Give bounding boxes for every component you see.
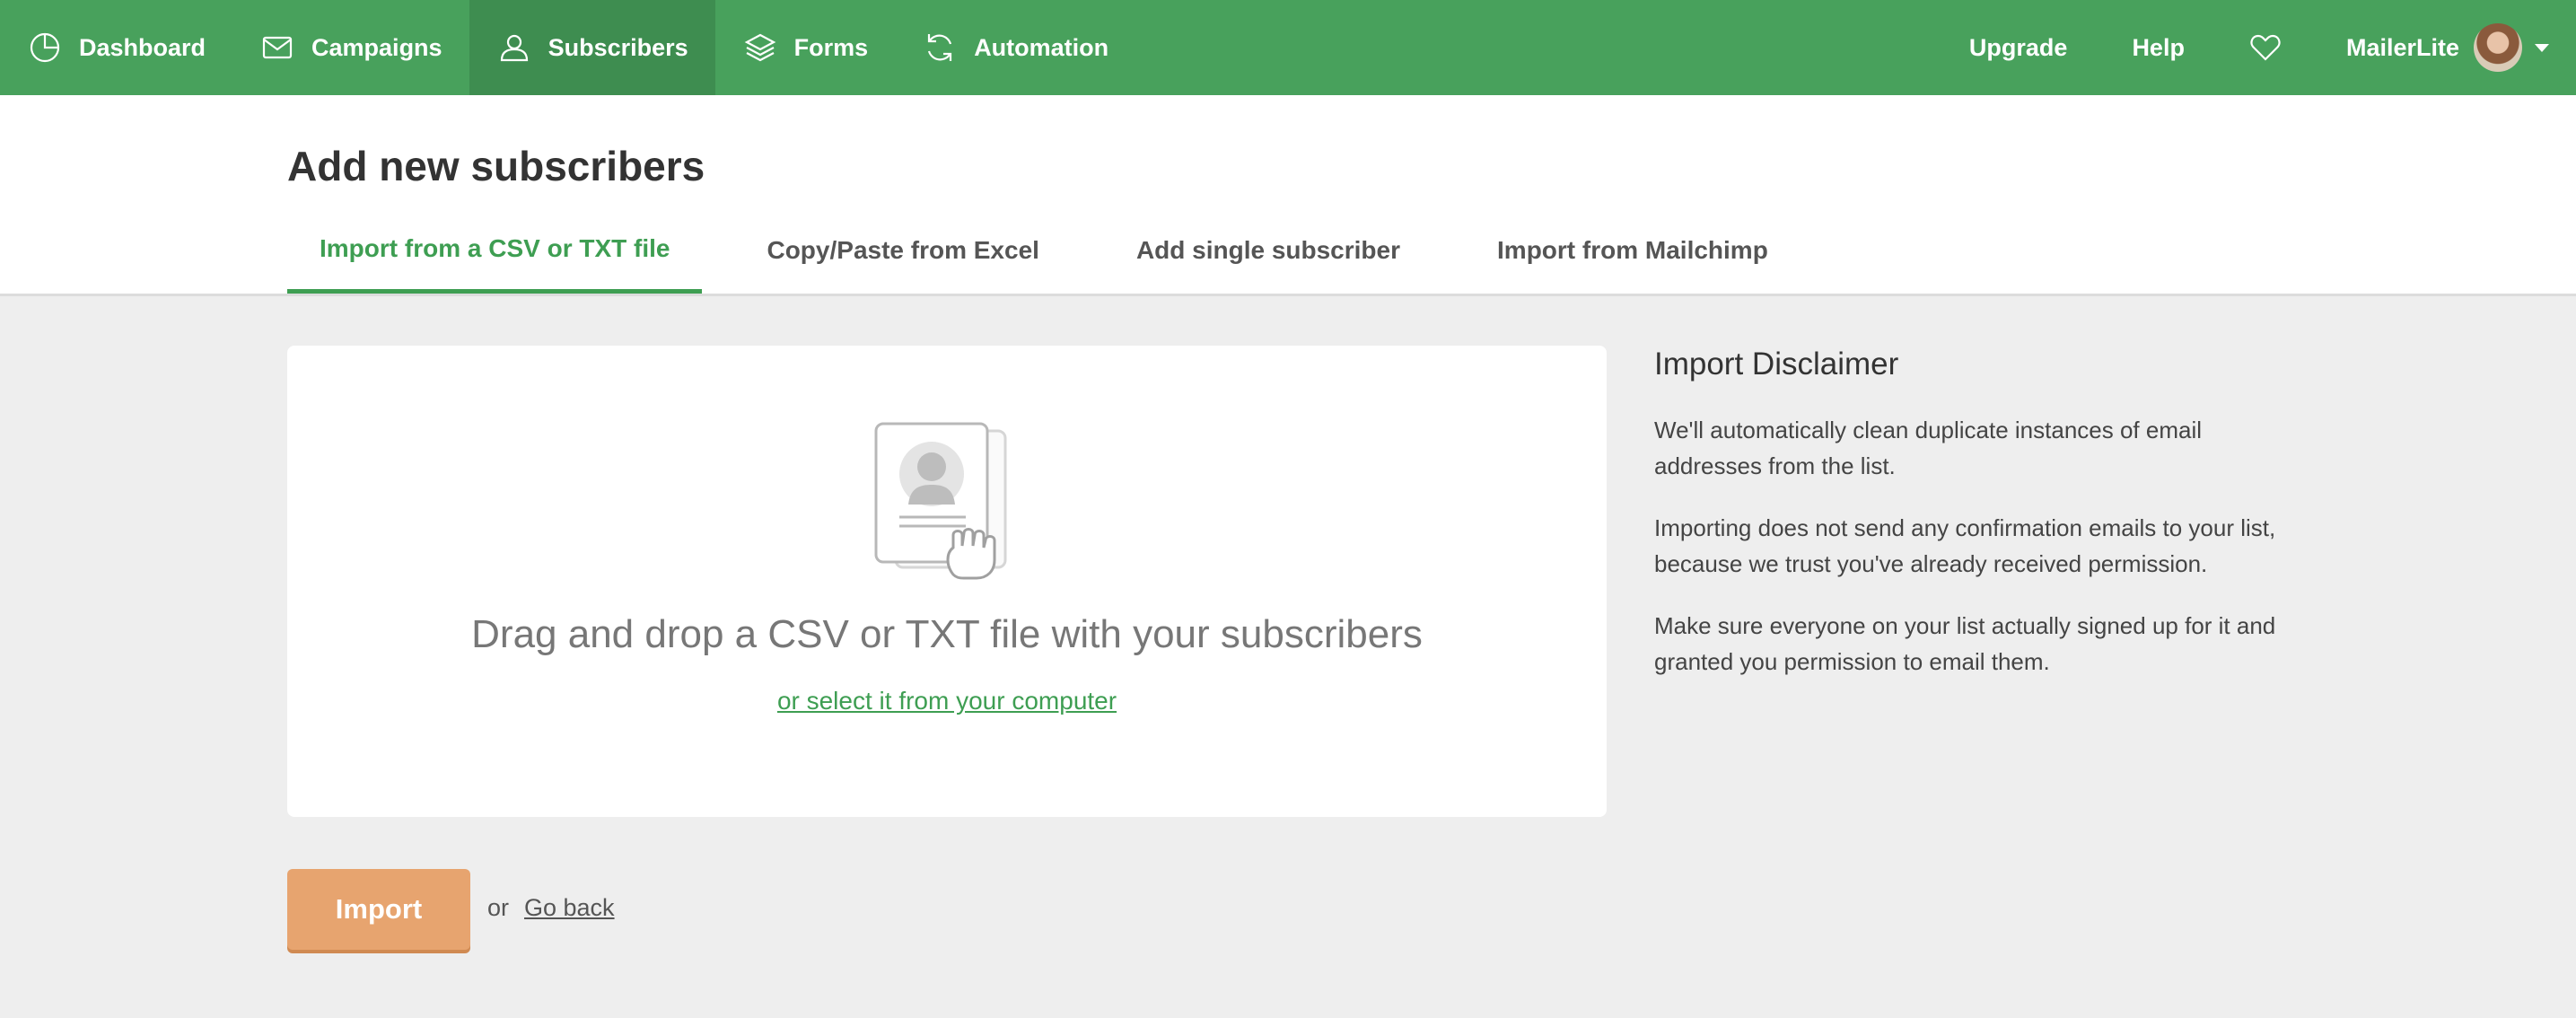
dropzone-instructions: Drag and drop a CSV or TXT file with you… — [471, 612, 1423, 656]
top-navigation: Dashboard Campaigns Subscribers Forms Au… — [0, 0, 2576, 95]
help-link[interactable]: Help — [2099, 0, 2217, 95]
refresh-icon — [928, 34, 952, 61]
disclaimer-paragraph: We'll automatically clean duplicate inst… — [1654, 417, 2203, 479]
import-tabs: Import from a CSV or TXT file Copy/Paste… — [287, 207, 1833, 294]
upgrade-link[interactable]: Upgrade — [1937, 0, 2100, 95]
layers-icon — [744, 33, 775, 62]
disclaimer-paragraph: Make sure everyone on your list actually… — [1654, 612, 2276, 675]
nav-item-campaigns[interactable]: Campaigns — [232, 0, 469, 95]
account-name: MailerLite — [2345, 33, 2459, 61]
nav-item-label: Forms — [793, 33, 869, 61]
select-file-link[interactable]: or select it from your computer — [287, 687, 1607, 715]
nav-right: Upgrade Help MailerLite — [1937, 0, 2576, 95]
import-disclaimer: Import Disclaimer We'll automatically cl… — [1654, 347, 2282, 706]
tab-import-csv[interactable]: Import from a CSV or TXT file — [287, 207, 703, 294]
file-dropzone[interactable]: Drag and drop a CSV or TXT file with you… — [287, 346, 1607, 817]
or-separator: or — [487, 894, 510, 921]
contact-card-drag-icon — [874, 422, 1007, 580]
disclaimer-title: Import Disclaimer — [1654, 347, 1899, 382]
nav-item-label: Automation — [974, 33, 1109, 61]
heart-icon — [2250, 34, 2281, 61]
pie-chart-icon — [30, 32, 60, 63]
nav-item-label: Campaigns — [311, 33, 442, 61]
nav-item-forms[interactable]: Forms — [715, 0, 896, 95]
favorites-button[interactable] — [2217, 0, 2314, 95]
nav-item-label: Subscribers — [548, 33, 688, 61]
disclaimer-paragraph: Importing does not send any confirmation… — [1654, 514, 2276, 577]
main-nav: Dashboard Campaigns Subscribers Forms Au… — [0, 0, 1135, 95]
import-button[interactable]: Import — [287, 869, 470, 950]
page-header: Add new subscribers Import from a CSV or… — [0, 95, 2576, 296]
nav-item-dashboard[interactable]: Dashboard — [0, 0, 232, 95]
tab-copy-paste-excel[interactable]: Copy/Paste from Excel — [734, 207, 1071, 294]
envelope-icon — [262, 36, 293, 59]
tab-add-single-subscriber[interactable]: Add single subscriber — [1104, 207, 1433, 294]
page-title: Add new subscribers — [287, 143, 705, 189]
nav-item-subscribers[interactable]: Subscribers — [469, 0, 715, 95]
chevron-down-icon — [2535, 43, 2549, 52]
account-menu[interactable]: MailerLite — [2314, 0, 2576, 95]
tab-import-mailchimp[interactable]: Import from Mailchimp — [1465, 207, 1801, 294]
go-back-link[interactable]: Go back — [524, 894, 615, 922]
nav-item-automation[interactable]: Automation — [895, 0, 1135, 95]
nav-item-label: Dashboard — [79, 33, 206, 61]
user-icon — [500, 34, 528, 62]
avatar — [2474, 23, 2522, 72]
